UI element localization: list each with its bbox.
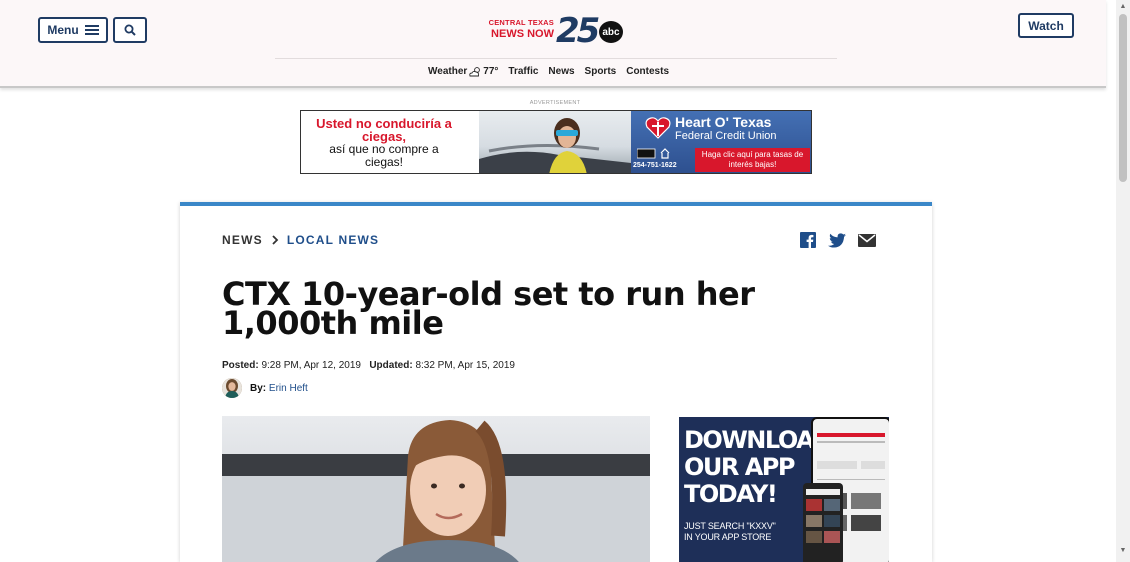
logo-number: 25 — [556, 11, 600, 51]
article-byline: By: Erin Heft — [222, 378, 308, 398]
ad-photo-blindfolded-driver — [479, 111, 631, 173]
nav-item-sports[interactable]: Sports — [585, 66, 617, 77]
author-avatar — [222, 378, 242, 398]
nav-item-news[interactable]: News — [548, 66, 574, 77]
hamburger-icon — [84, 25, 99, 35]
posted-label: Posted: — [222, 360, 259, 371]
breadcrumb-news[interactable]: NEWS — [222, 233, 263, 247]
search-button[interactable] — [113, 17, 147, 43]
logo-line2: NEWS NOW — [491, 28, 554, 40]
main-nav: Weather 77° Traffic News Sports Contests — [428, 66, 669, 77]
weather-temperature: 77° — [483, 66, 499, 77]
nav-divider — [275, 58, 837, 59]
ad-brand-name: Heart O' Texas — [675, 114, 772, 130]
author-link[interactable]: Erin Heft — [269, 383, 308, 394]
app-ad-headline-1: DOWNLOAD — [684, 426, 833, 454]
scroll-down-arrow-icon[interactable]: ▼ — [1119, 547, 1127, 555]
breadcrumb: NEWS LOCAL NEWS — [222, 233, 379, 247]
phone-mockup-small — [803, 483, 843, 562]
article-hero-image — [222, 416, 650, 562]
advertisement-label: ADVERTISEMENT — [529, 100, 581, 106]
ad-phone: 254-751-1622 — [633, 162, 677, 169]
app-ad-sub-1: JUST SEARCH "KXXV" — [684, 521, 776, 531]
app-download-ad[interactable]: DOWNLOAD OUR APP TODAY! JUST SEARCH "KXX… — [679, 417, 889, 562]
twitter-icon[interactable] — [828, 232, 846, 248]
page-scrollbar[interactable]: ▲ ▼ — [1116, 0, 1130, 562]
posted-value: 9:28 PM, Apr 12, 2019 — [261, 360, 361, 371]
scroll-up-arrow-icon[interactable]: ▲ — [1119, 3, 1127, 11]
partly-cloudy-icon — [469, 67, 481, 77]
ad-headline-red: Usted no conduciría a ciegas, — [316, 116, 452, 144]
search-icon — [124, 24, 136, 36]
site-logo[interactable]: CENTRAL TEXAS NEWS NOW 25 abc — [488, 11, 624, 51]
chevron-right-icon — [272, 235, 279, 245]
abc-logo-icon: abc — [599, 21, 623, 43]
article-timestamps: Posted: 9:28 PM, Apr 12, 2019 Updated: 8… — [222, 360, 515, 371]
app-ad-sub-2: IN YOUR APP STORE — [684, 532, 772, 542]
ncua-logo-icon — [637, 148, 670, 159]
menu-label: Menu — [47, 23, 79, 37]
nav-item-contests[interactable]: Contests — [626, 66, 669, 77]
share-buttons — [800, 232, 876, 248]
updated-value: 8:32 PM, Apr 15, 2019 — [415, 360, 515, 371]
facebook-icon[interactable] — [800, 232, 816, 248]
article-title: CTX 10-year-old set to run her 1,000th m… — [222, 275, 755, 342]
breadcrumb-local-news[interactable]: LOCAL NEWS — [287, 233, 379, 247]
logo-line1: CENTRAL TEXAS — [488, 18, 554, 27]
app-ad-headline-2: OUR APP — [684, 453, 795, 481]
weather-label: Weather — [428, 66, 468, 77]
scroll-thumb[interactable] — [1119, 14, 1127, 182]
watch-button[interactable]: Watch — [1018, 13, 1074, 38]
site-header: Menu CENTRAL TEXAS NEWS NOW 25 abc Watch… — [0, 0, 1106, 88]
updated-label: Updated: — [369, 360, 413, 371]
nav-item-traffic[interactable]: Traffic — [508, 66, 538, 77]
menu-button[interactable]: Menu — [38, 17, 108, 43]
ad-cta[interactable]: Haga clic aquí para tasas de interés baj… — [695, 148, 810, 172]
heart-logo-icon — [645, 117, 671, 139]
email-icon[interactable] — [858, 233, 876, 247]
ad-brand-sub: Federal Credit Union — [675, 130, 777, 142]
by-label: By: — [250, 382, 267, 394]
nav-weather[interactable]: Weather 77° — [428, 66, 498, 77]
banner-ad[interactable]: Usted no conduciría a ciegas, así que no… — [300, 110, 812, 174]
ad-headline-black: así que no compre a ciegas! — [329, 142, 439, 169]
article-card: NEWS LOCAL NEWS CTX 10-year-old set to r… — [180, 202, 932, 562]
